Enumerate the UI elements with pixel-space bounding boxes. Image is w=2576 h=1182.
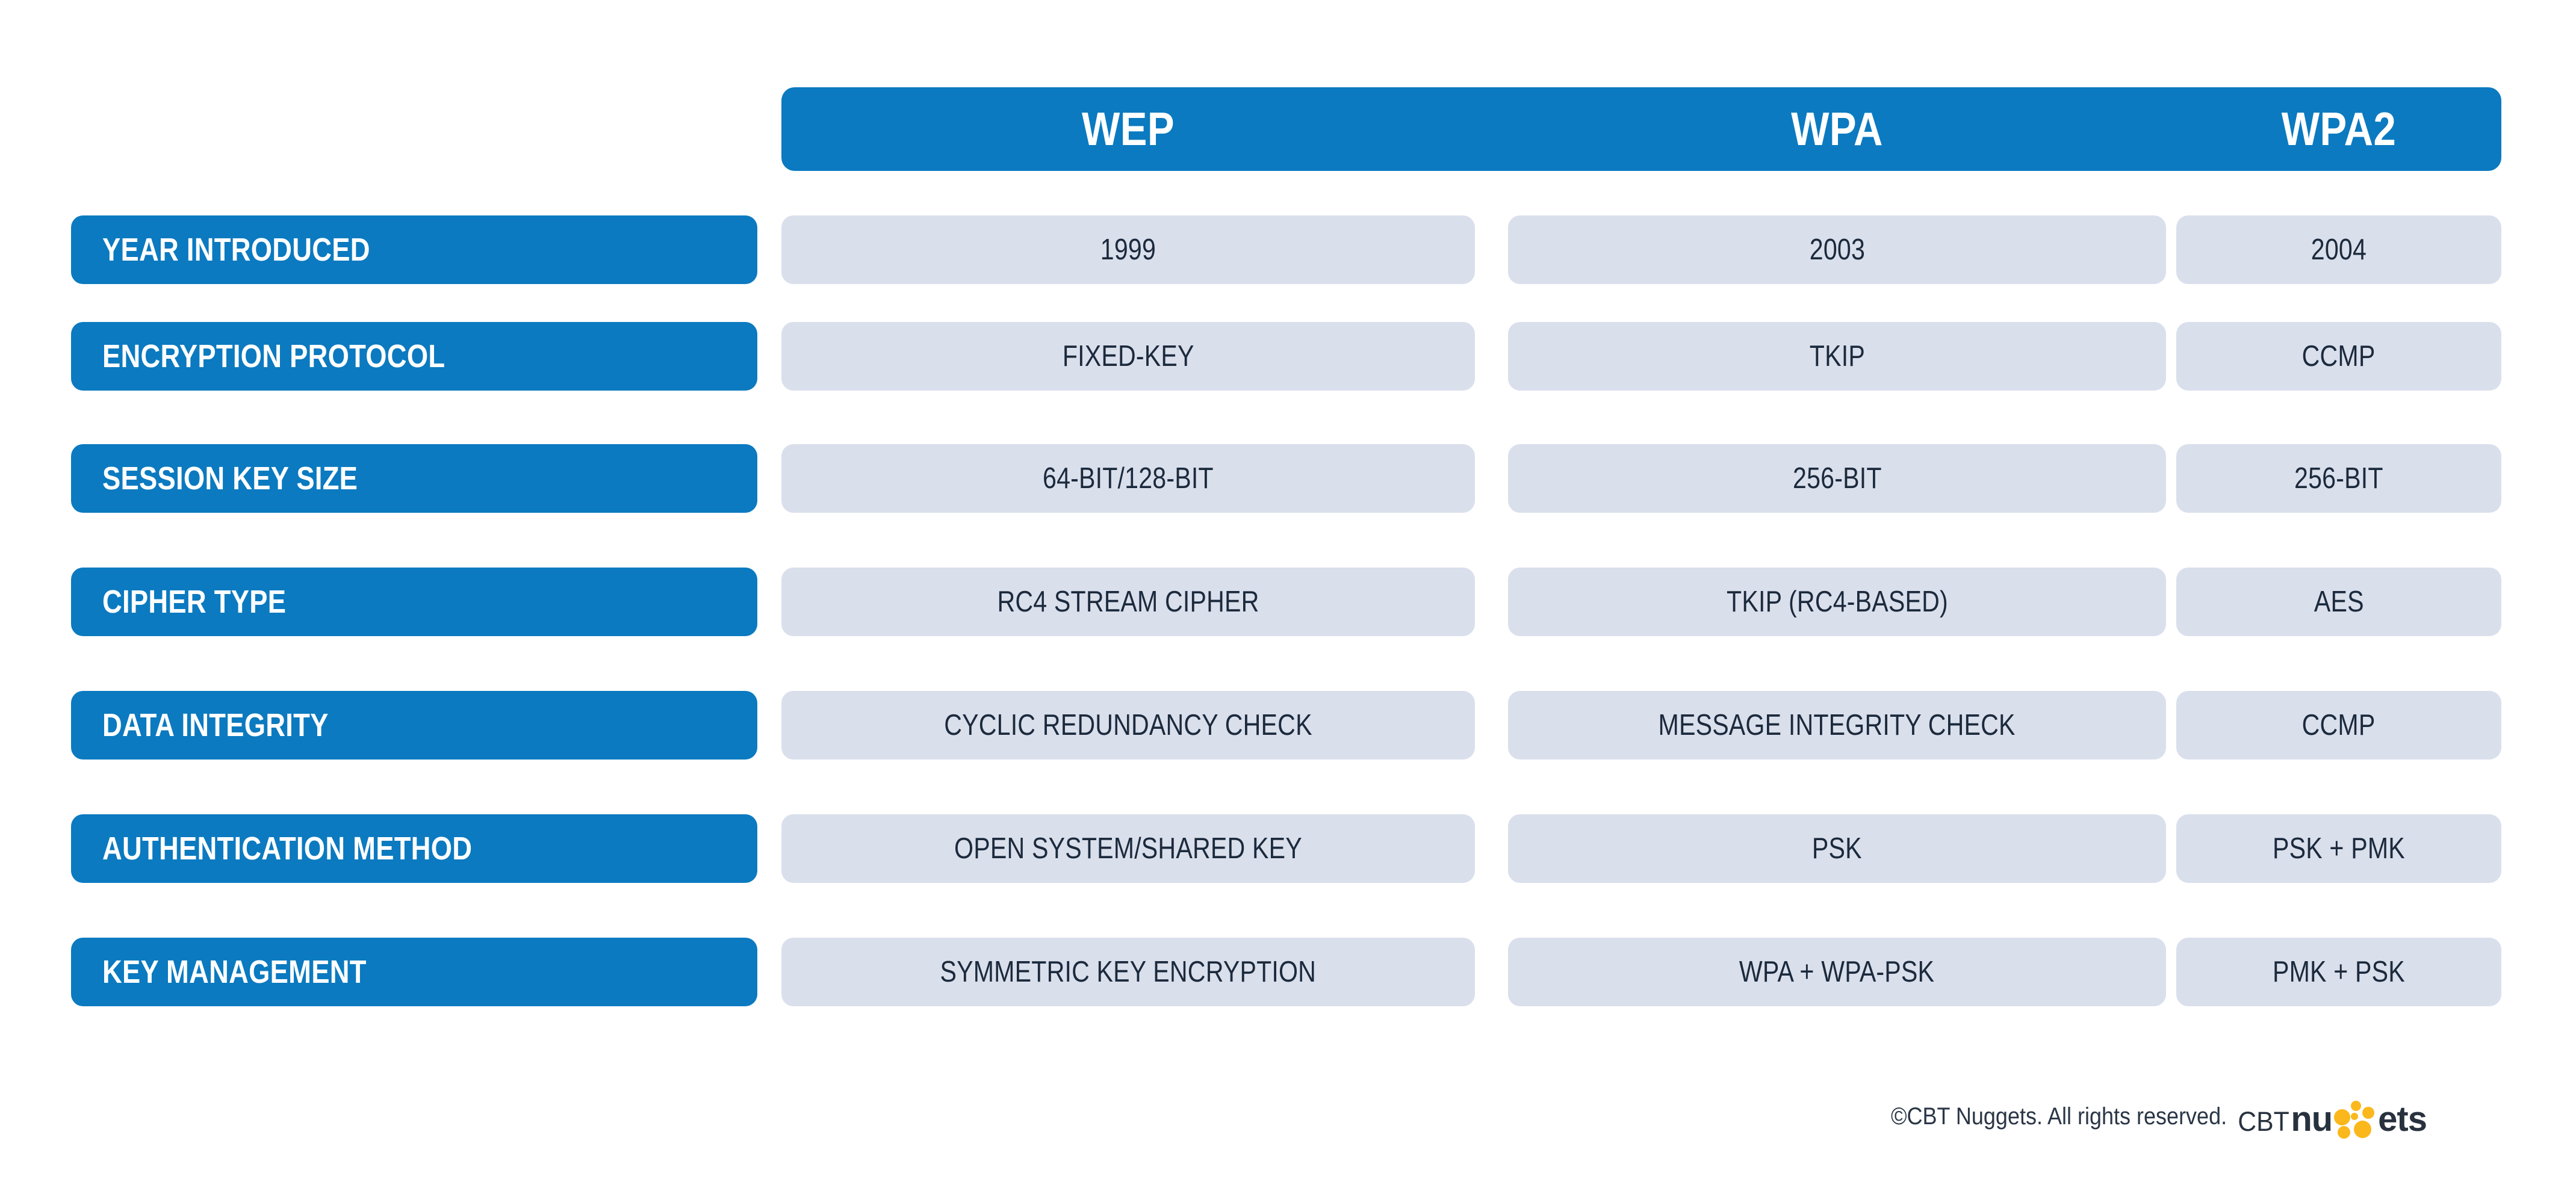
row-label-text: DATA INTEGRITY [102,707,329,743]
table-row: YEAR INTRODUCED 1999 2003 2004 [0,215,2576,284]
table-row: DATA INTEGRITY CYCLIC REDUNDANCY CHECK M… [0,691,2576,760]
table-row: KEY MANAGEMENT SYMMETRIC KEY ENCRYPTION … [0,938,2576,1006]
cell-value: 2003 [1809,234,1865,266]
cell-value: PSK [1812,832,1862,865]
table-row: ENCRYPTION PROTOCOL FIXED-KEY TKIP CCMP [0,322,2576,391]
table-row: AUTHENTICATION METHOD OPEN SYSTEM/SHARED… [0,814,2576,883]
table-row: SESSION KEY SIZE 64-BIT/128-BIT 256-BIT … [0,444,2576,513]
cell-wpa-key-management: WPA + WPA-PSK [1508,938,2166,1006]
cell-wpa2-authentication-method: PSK + PMK [2176,814,2501,883]
cell-value: SYMMETRIC KEY ENCRYPTION [940,956,1317,988]
column-header-wpa: WPA [1791,102,1883,155]
cell-wpa-encryption-protocol: TKIP [1508,322,2166,391]
column-header-wep: WEP [1081,102,1175,155]
cell-value: CCMP [2302,340,2376,373]
cell-wpa2-cipher-type: AES [2176,568,2501,636]
cell-value: TKIP (RC4-BASED) [1726,586,1948,618]
cell-wep-cipher-type: RC4 STREAM CIPHER [781,568,1475,636]
row-label-encryption-protocol: ENCRYPTION PROTOCOL [71,322,757,391]
row-label-cipher-type: CIPHER TYPE [71,568,757,636]
row-label-year-introduced: YEAR INTRODUCED [71,215,757,284]
cell-wpa2-key-management: PMK + PSK [2176,938,2501,1006]
row-label-text: AUTHENTICATION METHOD [102,831,473,867]
logo-prefix-cbt: CBT [2238,1106,2290,1137]
cell-wpa2-encryption-protocol: CCMP [2176,322,2501,391]
cell-value: TKIP [1809,340,1865,373]
row-label-text: CIPHER TYPE [102,584,287,620]
cell-wep-key-management: SYMMETRIC KEY ENCRYPTION [781,938,1475,1006]
comparison-table-infographic: WEP WPA WPA2 YEAR INTRODUCED 1999 2003 2… [0,0,2576,1182]
nugget-dots-icon [2333,1101,2377,1139]
cell-value: 2004 [2311,234,2367,266]
cell-value: 256-BIT [2294,462,2383,495]
cell-value: OPEN SYSTEM/SHARED KEY [954,832,1302,865]
cell-wep-authentication-method: OPEN SYSTEM/SHARED KEY [781,814,1475,883]
cell-value: FIXED-KEY [1062,340,1194,373]
cell-wep-encryption-protocol: FIXED-KEY [781,322,1475,391]
cell-wpa-cipher-type: TKIP (RC4-BASED) [1508,568,2166,636]
row-label-text: YEAR INTRODUCED [102,232,370,268]
cell-wpa-year-introduced: 2003 [1508,215,2166,284]
row-label-key-management: KEY MANAGEMENT [71,938,757,1006]
column-header-wpa2: WPA2 [2281,102,2397,155]
row-label-text: SESSION KEY SIZE [102,460,358,497]
cell-value: 1999 [1100,234,1156,266]
table-row: CIPHER TYPE RC4 STREAM CIPHER TKIP (RC4-… [0,568,2576,636]
cell-value: CCMP [2302,709,2376,741]
cell-wpa-authentication-method: PSK [1508,814,2166,883]
cbt-nuggets-logo: CBT nu ets [2236,1096,2427,1139]
cell-wpa2-session-key-size: 256-BIT [2176,444,2501,513]
copyright-text: ©CBT Nuggets. All rights reserved. [1891,1103,2227,1130]
cell-wep-year-introduced: 1999 [781,215,1475,284]
cell-value: RC4 STREAM CIPHER [997,586,1259,618]
table-header-bar: WEP WPA WPA2 [781,87,2501,171]
row-label-authentication-method: AUTHENTICATION METHOD [71,814,757,883]
row-label-data-integrity: DATA INTEGRITY [71,691,757,760]
footer: ©CBT Nuggets. All rights reserved. CBT n… [0,1092,2501,1140]
cell-wpa-session-key-size: 256-BIT [1508,444,2166,513]
cell-value: AES [2314,586,2364,618]
cell-value: PMK + PSK [2273,956,2405,988]
row-label-text: ENCRYPTION PROTOCOL [102,338,445,374]
row-label-text: KEY MANAGEMENT [102,954,367,990]
cell-wpa2-data-integrity: CCMP [2176,691,2501,760]
cell-wpa2-year-introduced: 2004 [2176,215,2501,284]
cell-wpa-data-integrity: MESSAGE INTEGRITY CHECK [1508,691,2166,760]
cell-value: MESSAGE INTEGRITY CHECK [1658,709,2016,741]
cell-value: CYCLIC REDUNDANCY CHECK [944,709,1312,741]
cell-wep-data-integrity: CYCLIC REDUNDANCY CHECK [781,691,1475,760]
cell-value: WPA + WPA-PSK [1739,956,1935,988]
cell-value: 256-BIT [1792,462,1882,495]
cell-value: PSK + PMK [2273,832,2405,865]
cell-wep-session-key-size: 64-BIT/128-BIT [781,444,1475,513]
logo-word-part-two: ets [2378,1100,2427,1139]
logo-word-part-one: nu [2291,1100,2333,1139]
cell-value: 64-BIT/128-BIT [1043,462,1214,495]
row-label-session-key-size: SESSION KEY SIZE [71,444,757,513]
